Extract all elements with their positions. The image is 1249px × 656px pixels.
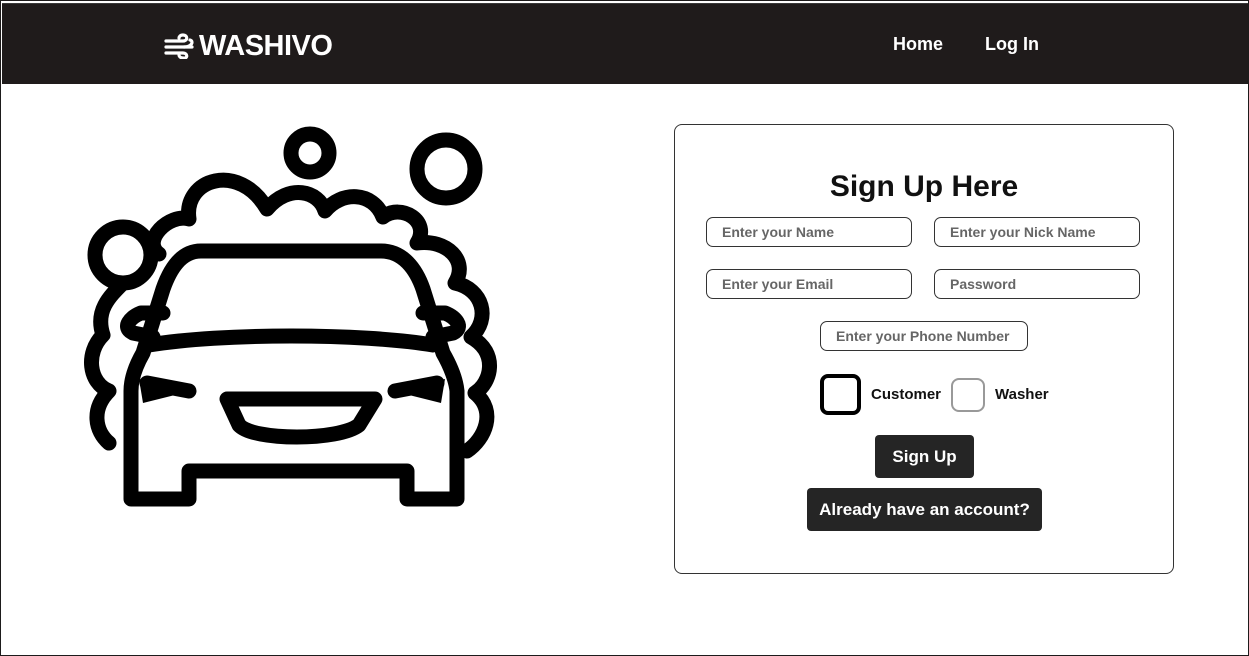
name-field[interactable] (706, 217, 912, 247)
role-selector: Customer Washer (820, 374, 1059, 415)
brand-name: WASHIVO (199, 29, 333, 62)
nav-links: Home Log In (893, 34, 1039, 55)
existing-account-button[interactable]: Already have an account? (807, 488, 1042, 531)
password-field[interactable] (934, 269, 1140, 299)
car-wash-icon (71, 121, 541, 521)
nick-name-field[interactable] (934, 217, 1140, 247)
page-frame: WASHIVO Home Log In Sign Up Here Enter y… (0, 0, 1249, 656)
navbar: WASHIVO Home Log In (2, 3, 1248, 84)
washer-label: Washer (995, 386, 1049, 403)
signup-button[interactable]: Sign Up (875, 435, 974, 478)
brand-logo-link[interactable]: WASHIVO (164, 28, 333, 64)
nav-home-link[interactable]: Home (893, 34, 943, 55)
wind-icon (164, 33, 198, 60)
email-field[interactable] (706, 269, 912, 299)
phone-field[interactable] (820, 321, 1028, 351)
washer-checkbox[interactable] (951, 377, 986, 412)
signup-card: Sign Up Here Customer Washer Sign Up Alr… (674, 124, 1174, 574)
nav-login-link[interactable]: Log In (985, 34, 1039, 55)
signup-title: Sign Up Here (829, 170, 1019, 203)
customer-checkbox[interactable] (820, 374, 861, 415)
customer-label: Customer (871, 386, 942, 403)
